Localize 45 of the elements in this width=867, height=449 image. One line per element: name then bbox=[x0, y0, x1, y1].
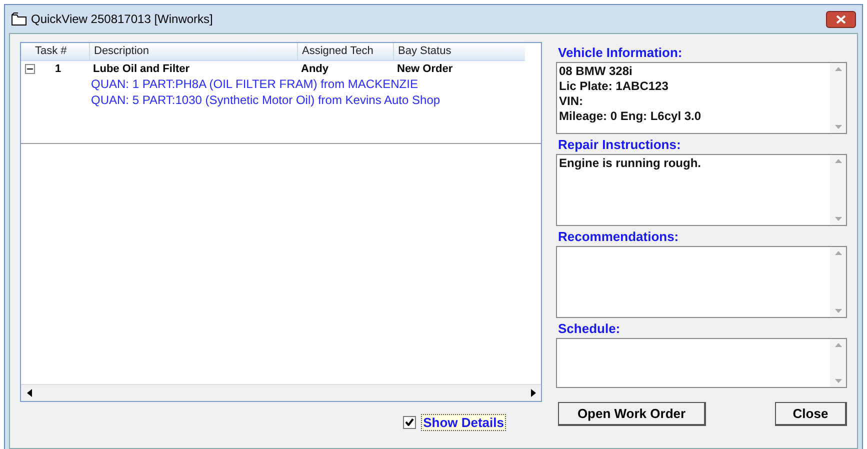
text-area[interactable]: Engine is running rough. bbox=[556, 154, 847, 226]
text-line: Engine is running rough. bbox=[559, 156, 702, 171]
section-label: Recommendations: bbox=[558, 228, 680, 246]
close-icon bbox=[836, 14, 846, 24]
section-label: Vehicle Information: bbox=[558, 44, 684, 62]
section-label: Schedule: bbox=[558, 320, 622, 338]
text-line: Mileage: 0 Eng: L6cyl 3.0 bbox=[559, 109, 702, 124]
vertical-scrollbar[interactable] bbox=[830, 339, 846, 387]
scroll-down-icon[interactable] bbox=[834, 217, 842, 221]
horizontal-scrollbar[interactable] bbox=[21, 384, 541, 401]
text-area[interactable]: 08 BMW 328i Lic Plate: 1ABC123 VIN: Mileage: 0 Eng: L6cyl 3.0 bbox=[556, 62, 847, 134]
scroll-down-icon[interactable] bbox=[834, 379, 842, 383]
column-header[interactable]: Description bbox=[89, 43, 297, 60]
dialog-button[interactable]: Open Work Order bbox=[558, 402, 706, 426]
scroll-up-icon[interactable] bbox=[834, 343, 842, 347]
table-cell-text: 1 bbox=[54, 62, 62, 74]
section-label: Repair Instructions: bbox=[558, 136, 682, 154]
show-details-label[interactable]: Show Details bbox=[421, 414, 506, 430]
vertical-scrollbar[interactable] bbox=[830, 247, 846, 317]
show-details-checkbox[interactable] bbox=[403, 416, 416, 428]
text-line: Lic Plate: 1ABC123 bbox=[559, 79, 670, 94]
close-button[interactable] bbox=[826, 10, 856, 28]
part-detail: QUAN: 5 PART:1030 (Synthetic Motor Oil) from Kevins Auto Shop bbox=[90, 92, 442, 108]
text-area[interactable] bbox=[556, 246, 847, 318]
vertical-scrollbar[interactable] bbox=[830, 155, 846, 225]
vertical-scrollbar[interactable] bbox=[830, 63, 846, 133]
text-line: VIN: bbox=[559, 94, 584, 109]
scroll-down-icon[interactable] bbox=[834, 309, 842, 313]
scroll-down-icon[interactable] bbox=[834, 125, 842, 129]
collapse-icon[interactable] bbox=[25, 64, 35, 74]
folder-icon bbox=[11, 12, 27, 26]
column-header[interactable]: Task # bbox=[21, 43, 89, 60]
table-cell-text: Lube Oil and Filter bbox=[92, 62, 191, 74]
table-cell-text: Andy bbox=[300, 62, 330, 74]
part-detail: QUAN: 1 PART:PH8A (OIL FILTER FRAM) from MACKENZIE bbox=[90, 76, 419, 92]
scroll-up-icon[interactable] bbox=[834, 251, 842, 255]
scroll-up-icon[interactable] bbox=[834, 159, 842, 163]
text-area[interactable] bbox=[556, 338, 847, 388]
window-title: QuickView 250817013 [Winworks] bbox=[31, 12, 213, 26]
column-header[interactable]: Bay Status bbox=[393, 43, 524, 60]
column-header[interactable]: Assigned Tech bbox=[297, 43, 393, 60]
dialog-button[interactable]: Close bbox=[775, 402, 847, 426]
scroll-up-icon[interactable] bbox=[834, 67, 842, 71]
table-cell-text: New Order bbox=[396, 62, 454, 74]
text-line: 08 BMW 328i bbox=[559, 64, 634, 79]
